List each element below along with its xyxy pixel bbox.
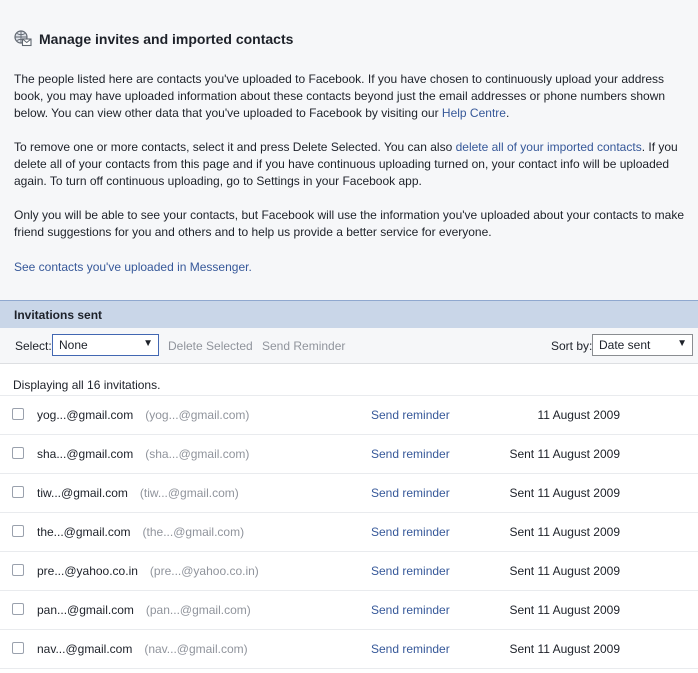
contact-email: sha...@gmail.com (sha...@gmail.com) — [37, 447, 249, 461]
chevron-down-icon: ▼ — [143, 338, 153, 349]
contact-email-secondary: (the...@gmail.com) — [142, 525, 245, 539]
contact-email-secondary: (tiw...@gmail.com) — [139, 486, 239, 500]
sort-dropdown[interactable]: Date sent ▼ — [592, 334, 693, 356]
page-title: Manage invites and imported contacts — [39, 31, 294, 47]
contact-email-secondary: (pre...@yahoo.co.in) — [149, 564, 259, 578]
invitation-row: yog...@gmail.com (yog...@gmail.com) Send … — [0, 396, 698, 435]
messenger-contacts-link[interactable]: See contacts you've uploaded in Messenge… — [14, 260, 252, 274]
contact-email-secondary: (yog...@gmail.com) — [145, 408, 250, 422]
contact-email-masked: pre...@yahoo.co.in — [37, 564, 138, 578]
send-reminder-button[interactable]: Send Reminder — [262, 339, 345, 353]
invitations-toolbar: Select: None ▼ Delete Selected Send Remi… — [0, 328, 698, 364]
intro-text-1: The people listed here are contacts you'… — [14, 72, 666, 120]
send-reminder-link[interactable]: Send reminder — [371, 486, 450, 500]
page-header: Manage invites and imported contacts — [14, 29, 293, 49]
contact-email-secondary: (sha...@gmail.com) — [145, 447, 250, 461]
intro-paragraph-uploaded: The people listed here are contacts you'… — [14, 71, 688, 122]
invitation-row: sha...@gmail.com (sha...@gmail.com) Send … — [0, 435, 698, 474]
delete-selected-button[interactable]: Delete Selected — [168, 339, 253, 353]
sent-date: Sent 11 August 2009 — [509, 447, 620, 461]
messenger-contacts-paragraph: See contacts you've uploaded in Messenge… — [14, 259, 688, 276]
send-reminder-link[interactable]: Send reminder — [371, 408, 450, 422]
invitation-row: pre...@yahoo.co.in (pre...@yahoo.co.in) S… — [0, 552, 698, 591]
row-checkbox[interactable] — [12, 525, 24, 537]
row-checkbox[interactable] — [12, 603, 24, 615]
contact-email: the...@gmail.com (the...@gmail.com) — [37, 525, 244, 539]
invitations-header-bar: Invitations sent — [0, 300, 698, 328]
invitation-row: the...@gmail.com (the...@gmail.com) Send … — [0, 513, 698, 552]
intro-paragraph-privacy: Only you will be able to see your contac… — [14, 208, 685, 239]
select-label: Select: — [15, 339, 52, 353]
sent-date: Sent 11 August 2009 — [509, 486, 620, 500]
contacts-mail-icon — [14, 30, 32, 48]
sent-date: Sent 11 August 2009 — [509, 642, 620, 656]
row-checkbox[interactable] — [12, 486, 24, 498]
invitation-list: yog...@gmail.com (yog...@gmail.com) Send … — [0, 396, 698, 669]
contact-email-masked: nav...@gmail.com — [37, 642, 133, 656]
contact-email: yog...@gmail.com (yog...@gmail.com) — [37, 408, 249, 422]
intro-text-2: To remove one or more contacts, select i… — [14, 140, 456, 154]
sent-date: Sent 11 August 2009 — [509, 564, 620, 578]
send-reminder-link[interactable]: Send reminder — [371, 603, 450, 617]
sent-date: Sent 11 August 2009 — [509, 525, 620, 539]
intro-text-1-end: . — [505, 106, 510, 120]
sent-date: Sent 11 August 2009 — [509, 603, 620, 617]
invitation-row: nav...@gmail.com (nav...@gmail.com) Send … — [0, 630, 698, 669]
send-reminder-link[interactable]: Send reminder — [371, 642, 450, 656]
contact-email: pan...@gmail.com (pan...@gmail.com) — [37, 603, 251, 617]
contact-email-secondary: (nav...@gmail.com) — [144, 642, 248, 656]
send-reminder-link[interactable]: Send reminder — [371, 564, 450, 578]
sort-value: Date sent — [599, 338, 651, 352]
row-checkbox[interactable] — [12, 408, 24, 420]
chevron-down-icon: ▼ — [677, 338, 687, 349]
contact-email: tiw...@gmail.com (tiw...@gmail.com) — [37, 486, 239, 500]
invitation-row: pan...@gmail.com (pan...@gmail.com) Send … — [0, 591, 698, 630]
contact-email-masked: sha...@gmail.com — [37, 447, 134, 461]
send-reminder-link[interactable]: Send reminder — [371, 525, 450, 539]
help-centre-link[interactable]: Help Centre — [442, 106, 506, 120]
contact-email-secondary: (pan...@gmail.com) — [145, 603, 251, 617]
contact-email: pre...@yahoo.co.in (pre...@yahoo.co.in) — [37, 564, 259, 578]
contact-email-masked: the...@gmail.com — [37, 525, 131, 539]
row-checkbox[interactable] — [12, 447, 24, 459]
invitation-count: Displaying all 16 invitations. — [0, 364, 698, 396]
sent-date: 11 August 2009 — [537, 408, 620, 422]
select-value: None — [59, 338, 88, 352]
intro-paragraph-remove: To remove one or more contacts, select i… — [14, 139, 688, 190]
invitations-panel: Invitations sent Select: None ▼ Delete S… — [0, 300, 698, 673]
sort-label: Sort by: — [551, 339, 593, 353]
row-checkbox[interactable] — [12, 642, 24, 654]
invitation-row: tiw...@gmail.com (tiw...@gmail.com) Send … — [0, 474, 698, 513]
delete-all-contacts-link[interactable]: delete all of your imported contacts — [456, 140, 642, 154]
contact-email-masked: yog...@gmail.com — [37, 408, 134, 422]
contact-email-masked: pan...@gmail.com — [37, 603, 134, 617]
select-dropdown[interactable]: None ▼ — [52, 334, 159, 356]
row-checkbox[interactable] — [12, 564, 24, 576]
contact-email-masked: tiw...@gmail.com — [37, 486, 128, 500]
send-reminder-link[interactable]: Send reminder — [371, 447, 450, 461]
contact-email: nav...@gmail.com (nav...@gmail.com) — [37, 642, 248, 656]
